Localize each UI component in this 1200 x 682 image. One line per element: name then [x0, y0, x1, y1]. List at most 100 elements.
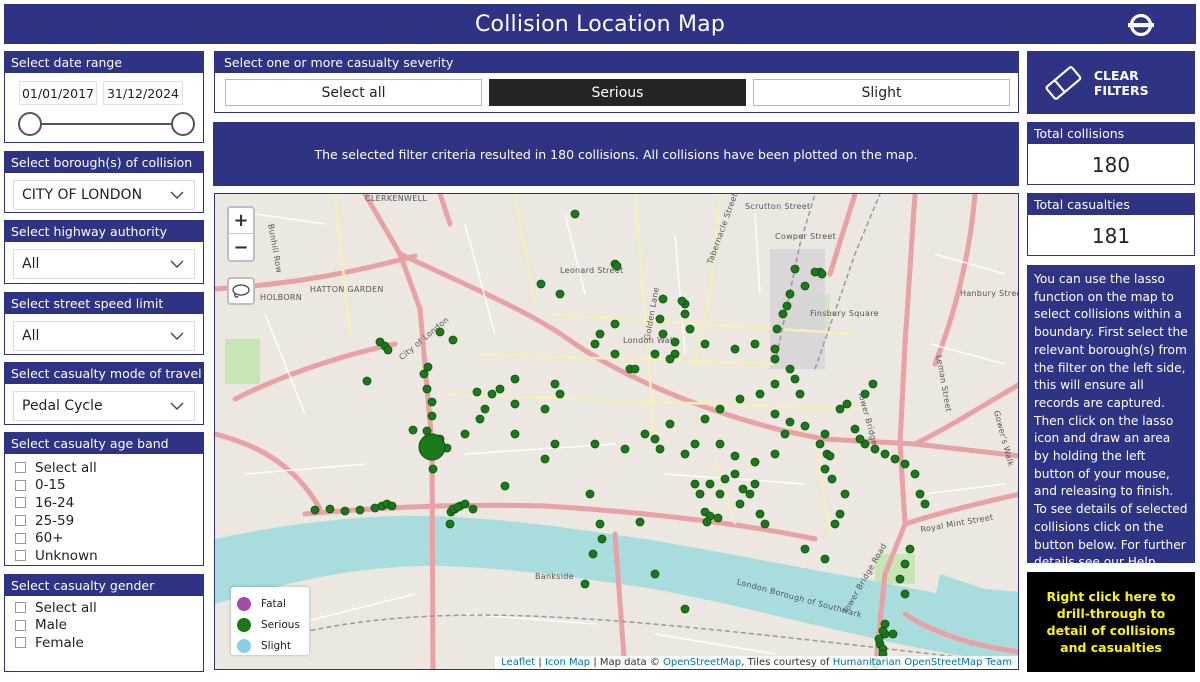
osm-link[interactable]: OpenStreetMap: [663, 657, 741, 668]
age-option-0-15[interactable]: 0-15: [15, 477, 98, 495]
collision-marker[interactable]: [590, 439, 600, 449]
collision-marker[interactable]: [738, 484, 748, 494]
collision-marker[interactable]: [778, 309, 788, 319]
collision-marker[interactable]: [820, 554, 830, 564]
collision-marker[interactable]: [650, 569, 660, 579]
collision-marker[interactable]: [730, 469, 740, 479]
age-option-60-plus[interactable]: 60+: [15, 529, 98, 547]
collision-marker[interactable]: [590, 339, 600, 349]
collision-marker[interactable]: [325, 504, 335, 514]
collision-marker[interactable]: [795, 389, 805, 399]
lasso-button[interactable]: [227, 277, 255, 305]
collision-marker[interactable]: [640, 429, 650, 439]
collision-marker[interactable]: [705, 479, 715, 489]
collision-marker[interactable]: [800, 421, 810, 431]
collision-marker[interactable]: [427, 397, 437, 407]
collision-marker[interactable]: [850, 424, 860, 434]
collision-marker[interactable]: [815, 439, 825, 449]
date-slider-start-handle[interactable]: [18, 112, 42, 136]
collision-marker[interactable]: [770, 449, 780, 459]
checkbox[interactable]: [15, 515, 26, 527]
collision-marker[interactable]: [536, 279, 546, 289]
collision-marker[interactable]: [785, 289, 795, 299]
collision-marker[interactable]: [510, 429, 520, 439]
collision-marker[interactable]: [820, 429, 830, 439]
collision-marker[interactable]: [460, 429, 470, 439]
iconmap-link[interactable]: Icon Map: [545, 657, 590, 668]
collision-marker[interactable]: [702, 517, 712, 527]
collision-marker[interactable]: [383, 345, 393, 355]
zoom-in-button[interactable]: +: [229, 208, 253, 234]
collision-marker[interactable]: [730, 344, 740, 354]
collision-marker[interactable]: [842, 399, 852, 409]
collision-marker[interactable]: [422, 384, 432, 394]
collision-marker[interactable]: [610, 319, 620, 329]
collision-marker[interactable]: [355, 505, 365, 515]
checkbox[interactable]: [15, 550, 26, 562]
collision-marker[interactable]: [550, 379, 560, 389]
highway-dropdown[interactable]: All: [13, 249, 195, 279]
checkbox[interactable]: [15, 637, 26, 649]
collision-marker[interactable]: [453, 502, 463, 512]
collision-marker[interactable]: [750, 479, 760, 489]
collision-marker[interactable]: [540, 404, 550, 414]
date-slider-end-handle[interactable]: [171, 112, 195, 136]
collision-marker[interactable]: [750, 457, 760, 467]
collision-marker[interactable]: [785, 364, 795, 374]
collision-marker[interactable]: [870, 444, 880, 454]
collision-marker[interactable]: [495, 384, 505, 394]
age-option-select-all[interactable]: Select all: [15, 459, 98, 477]
collision-map[interactable]: CLERKENWELL HATTON GARDEN HOLBORN City o…: [214, 193, 1019, 670]
collision-marker[interactable]: [880, 619, 890, 629]
collision-marker[interactable]: [855, 434, 865, 444]
collision-marker[interactable]: [810, 267, 820, 277]
collision-marker[interactable]: [658, 294, 668, 304]
collision-marker[interactable]: [700, 414, 710, 424]
collision-marker[interactable]: [900, 459, 910, 469]
clear-filters-button[interactable]: CLEAR FILTERS: [1027, 51, 1195, 114]
age-option-25-59[interactable]: 25-59: [15, 512, 98, 530]
age-option-unknown[interactable]: Unknown: [15, 547, 98, 565]
collision-marker[interactable]: [570, 209, 580, 219]
collision-marker[interactable]: [735, 394, 745, 404]
collision-marker[interactable]: [735, 499, 745, 509]
collision-marker[interactable]: [770, 354, 780, 364]
collision-marker[interactable]: [920, 499, 930, 509]
collision-marker[interactable]: [840, 489, 850, 499]
collision-marker[interactable]: [888, 629, 898, 639]
end-date-input[interactable]: 31/12/2024: [103, 81, 183, 105]
checkbox[interactable]: [15, 479, 26, 491]
collision-marker[interactable]: [428, 464, 438, 474]
collision-marker[interactable]: [700, 339, 710, 349]
collision-marker[interactable]: [340, 506, 350, 516]
collision-marker[interactable]: [468, 504, 478, 514]
age-option-16-24[interactable]: 16-24: [15, 494, 98, 512]
collision-marker[interactable]: [755, 389, 765, 399]
collision-marker[interactable]: [650, 434, 660, 444]
collision-marker[interactable]: [555, 389, 565, 399]
checkbox[interactable]: [15, 532, 26, 544]
collision-marker[interactable]: [745, 489, 755, 499]
collision-marker[interactable]: [408, 425, 418, 435]
collision-marker[interactable]: [782, 301, 792, 311]
collision-marker[interactable]: [500, 481, 510, 491]
checkbox[interactable]: [15, 602, 26, 614]
zoom-out-button[interactable]: −: [229, 234, 253, 260]
collision-marker[interactable]: [472, 387, 482, 397]
collision-marker[interactable]: [800, 281, 810, 291]
collision-marker[interactable]: [835, 404, 845, 414]
collision-marker[interactable]: [419, 369, 429, 379]
collision-marker[interactable]: [715, 404, 725, 414]
collision-marker[interactable]: [895, 574, 905, 584]
collision-marker[interactable]: [510, 374, 520, 384]
collision-marker[interactable]: [780, 429, 790, 439]
collision-marker[interactable]: [874, 634, 884, 644]
collision-marker[interactable]: [770, 379, 780, 389]
collision-marker[interactable]: [770, 344, 780, 354]
hot-link[interactable]: Humanitarian OpenStreetMap Team: [833, 657, 1012, 668]
collision-marker[interactable]: [770, 409, 780, 419]
collision-marker[interactable]: [665, 354, 675, 364]
collision-marker[interactable]: [880, 449, 890, 459]
collision-marker[interactable]: [790, 374, 800, 384]
borough-dropdown[interactable]: CITY OF LONDON: [13, 180, 195, 210]
